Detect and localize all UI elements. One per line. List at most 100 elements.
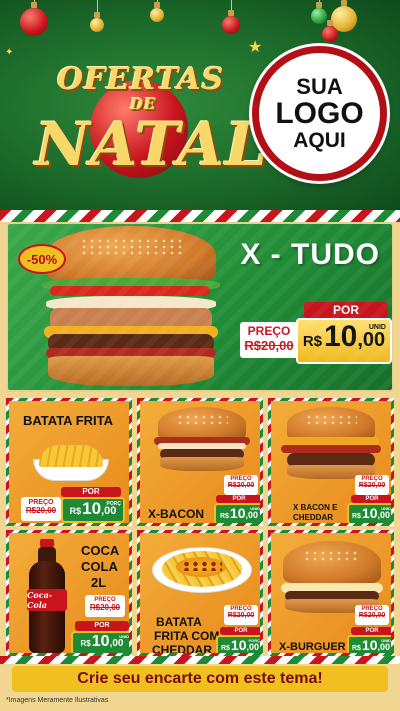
old-price-box: PREÇO R$20,00 (224, 605, 258, 625)
price-int: 10 (91, 633, 110, 650)
x-bacon-cheddar-image (281, 407, 381, 481)
ornament-icon (90, 12, 104, 32)
product-card-x-bacon-cheddar[interactable]: X BACON E CHEDDAR PREÇO R$20,00 POR R$ 1… (268, 398, 394, 526)
price-dec: ,00 (245, 510, 259, 520)
ornament-icon (322, 20, 338, 42)
ornament-icon (222, 10, 240, 34)
old-price: R$20,00 (227, 482, 255, 489)
unit: UNID (381, 506, 391, 511)
por-label: POR (216, 495, 260, 503)
currency: R$ (69, 506, 82, 516)
por-label: POR (351, 627, 391, 635)
product-name-line1: BATATA (156, 615, 202, 629)
main-old-price-label: PREÇO (247, 324, 291, 338)
price-int: 10 (230, 637, 247, 653)
unit: UNID (119, 634, 129, 639)
title-logo: OFERTAS DE NATAL (20, 40, 267, 190)
product-card-x-burguer[interactable]: X-BURGUER PREÇO R$20,00 POR R$ 10 ,00 UN… (268, 530, 394, 656)
por-label: POR (351, 495, 391, 503)
old-price-box: PREÇO R$20,00 (21, 497, 61, 521)
main-old-price-box: PREÇO R$20,00 (240, 322, 298, 358)
x-burguer-image (279, 541, 385, 615)
old-price-label: PREÇO (28, 499, 54, 506)
logo-placeholder: SUA LOGO AQUI (252, 46, 387, 181)
por-label: POR (220, 627, 260, 635)
main-price-dec: ,00 (357, 329, 386, 351)
main-price-int: 10 (324, 320, 358, 353)
unit: PORÇ (248, 638, 260, 643)
new-price: R$ 10 ,00 PORÇ (61, 497, 125, 523)
header-banner: ★ ✦ OFERTAS DE NATAL SUA LOGO AQUI (0, 0, 400, 210)
logo-line1: SUA (296, 74, 343, 100)
por-label: POR (75, 621, 129, 631)
price-int: 10 (229, 505, 246, 521)
price-dec: ,00 (377, 510, 391, 520)
price-dec: ,00 (109, 638, 124, 649)
product-name-line1: X BACON E (293, 503, 338, 512)
new-price: R$ 10 ,00 UNID (214, 503, 260, 523)
product-name: BATATA FRITA (23, 413, 114, 428)
ornament-icon (150, 2, 164, 22)
unit: UNID (381, 638, 391, 643)
ornament-icon (20, 2, 48, 36)
price-dec: ,00 (377, 642, 391, 652)
price-int: 10 (361, 505, 378, 521)
old-price-box: PREÇO R$20,00 (355, 475, 389, 495)
cta-banner[interactable]: Crie seu encarte com este tema! (12, 666, 388, 692)
product-name-line2: CHEDDAR (293, 513, 333, 522)
x-tudo-burger-image (36, 226, 226, 388)
x-bacon-image (154, 407, 250, 473)
old-price: R$20,00 (358, 612, 386, 619)
product-card-x-bacon[interactable]: X-BACON PREÇO R$20,00 POR R$ 10 ,00 UNID (137, 398, 263, 526)
product-card-coca-cola[interactable]: Coca-Cola COCA COLA 2L PREÇO R$20,00 POR… (6, 530, 132, 656)
unit: UNID (250, 506, 260, 511)
old-price: R$20,00 (358, 482, 386, 489)
new-price: R$ 10 ,00 UNID (347, 503, 391, 523)
product-card-batata-frita[interactable]: BATATA FRITA POR PREÇO R$20,00 R$ 10 ,00… (6, 398, 132, 526)
logo-line3: AQUI (293, 128, 346, 152)
title-natal: NATAL (35, 110, 269, 180)
main-offer-name: X - TUDO (240, 238, 380, 271)
new-price: R$ 10 ,00 PORÇ (216, 635, 260, 653)
main-new-price: R$ 10 ,00 UNID (296, 318, 392, 364)
old-price-box: PREÇO R$20,00 (355, 605, 389, 625)
currency: R$ (219, 513, 229, 520)
product-name: X-BACON (148, 507, 204, 521)
ornament-icon (311, 2, 327, 24)
main-old-price: R$20,00 (244, 338, 294, 353)
old-price-box: PREÇO R$20,00 (224, 475, 258, 495)
candy-stripe-divider-bottom (0, 656, 400, 664)
main-por-label: POR (304, 302, 388, 318)
currency: R$ (80, 639, 91, 648)
new-price: R$ 10 ,00 UNID (347, 635, 391, 653)
product-name-line2: COLA (81, 559, 118, 574)
product-card-batata-cheddar[interactable]: BATATA FRITA COM CHEDDAR PREÇO R$20,00 P… (137, 530, 263, 656)
main-currency: R$ (302, 333, 322, 350)
main-offer-card[interactable]: -50% X - TUDO PREÇO R$20,00 POR R$ 10 ,0… (6, 222, 394, 392)
title-ofertas: OFERTAS (57, 62, 225, 97)
currency: R$ (351, 645, 361, 652)
star-icon: ✦ (5, 47, 14, 58)
new-price: R$ 10 ,00 UNID (71, 631, 129, 653)
old-price-box: PREÇO R$20,00 (85, 595, 125, 617)
fries-image (33, 441, 109, 481)
product-name-line3: 2L (91, 575, 107, 590)
currency: R$ (220, 645, 230, 652)
old-price: R$20,00 (89, 603, 121, 612)
product-name-line2: FRITA COM (154, 629, 220, 643)
coca-cola-bottle-image: Coca-Cola (25, 539, 69, 653)
price-int: 10 (361, 637, 378, 653)
price-int: 10 (82, 499, 102, 518)
por-label: POR (61, 487, 121, 497)
main-unit: UNID (368, 324, 386, 331)
currency: R$ (351, 513, 361, 520)
unit: PORÇ (106, 501, 121, 507)
cheddar-fries-image (152, 539, 252, 595)
discount-badge: -50% (18, 244, 66, 274)
bottle-label: Coca-Cola (27, 590, 53, 610)
candy-stripe-divider (0, 210, 400, 222)
product-name: X-BURGUER (279, 641, 346, 653)
old-price: R$20,00 (25, 506, 57, 515)
product-name-line3: CHEDDAR (152, 643, 212, 656)
star-icon: ★ (248, 39, 263, 56)
